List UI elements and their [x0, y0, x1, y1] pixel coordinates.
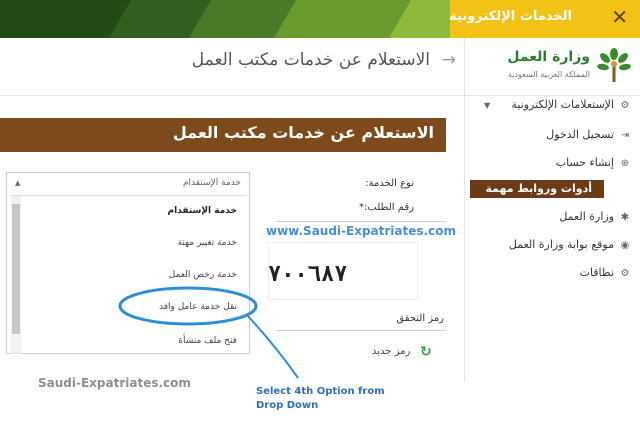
- sidebar-item-label: نطاقات: [579, 266, 614, 279]
- annotation-note-line: Drop Down: [256, 400, 319, 411]
- captcha-value: ٧٠٠٦٨٧: [268, 262, 348, 287]
- content-title-bar: الاستعلام عن خدمات مكتب العمل: [0, 118, 446, 152]
- service-type-select[interactable]: خدمة الإستقدام ▲ خدمة الإستقدام خدمة تغي…: [6, 172, 250, 354]
- refresh-icon[interactable]: ↻: [420, 344, 432, 360]
- ministry-logo[interactable]: وزارة العمل المملكة العربية السعودية: [474, 46, 632, 90]
- sidebar-item-portal[interactable]: ◉ موقع بوابة وزارة العمل: [509, 238, 630, 251]
- eservices-title: الخدمات الإلكترونية: [449, 9, 572, 24]
- palm-icon: ✱: [620, 212, 630, 223]
- arrow-right-icon[interactable]: →: [442, 50, 456, 70]
- request-number-input[interactable]: [276, 221, 446, 222]
- sidebar-item-label: إنشاء حساب: [555, 156, 614, 169]
- palm-logo-icon: [597, 48, 631, 82]
- sidebar-item-login[interactable]: ⇥ تسجيل الدخول: [546, 128, 630, 141]
- sidebar-item-ministry[interactable]: ✱ وزارة العمل: [559, 210, 630, 223]
- annotation-line: [245, 313, 299, 379]
- request-number-label: رقم الطلب:*: [359, 202, 414, 213]
- refresh-captcha-button[interactable]: رمز جديد: [372, 346, 410, 357]
- ministry-name: وزارة العمل: [507, 49, 590, 65]
- watermark-site: Saudi-Expatriates.com: [38, 376, 191, 390]
- sidebar-item-tools-links[interactable]: أدوات وروابط مهمة: [470, 180, 604, 198]
- sidebar-item-label: وزارة العمل: [559, 210, 614, 223]
- annotation-note: Select 4th Option from Drop Down: [256, 385, 406, 413]
- captcha-input[interactable]: [276, 330, 446, 331]
- option-transfer-worker[interactable]: نقل خدمة عامل وافد: [159, 302, 237, 312]
- login-icon: ⇥: [620, 130, 630, 141]
- content-title: الاستعلام عن خدمات مكتب العمل: [172, 123, 434, 142]
- kingdom-subtitle: المملكة العربية السعودية: [507, 70, 590, 79]
- page-title: الاستعلام عن خدمات مكتب العمل: [191, 50, 430, 70]
- scrollbar-thumb[interactable]: [12, 204, 20, 334]
- page-header: الاستعلام عن خدمات مكتب العمل → وزارة ال…: [0, 38, 640, 96]
- close-icon[interactable]: ✕: [611, 5, 628, 29]
- scrollbar[interactable]: [11, 196, 21, 354]
- select-options-list[interactable]: خدمة الإستقدام خدمة تغيير مهنة خدمة رخص …: [11, 195, 247, 354]
- gears-icon: ⚙: [620, 100, 630, 111]
- sidebar-item-label: الإستعلامات الإلكترونية: [511, 98, 614, 111]
- option-open-establishment-file[interactable]: فتح ملف منشأة: [178, 336, 237, 346]
- sidebar-item-create-account[interactable]: ⊕ إنشاء حساب: [556, 156, 630, 169]
- captcha-label: رمز التحقق: [396, 313, 444, 324]
- globe-icon: ◉: [620, 240, 630, 251]
- sidebar-item-nitaqat[interactable]: ⚙ نطاقات: [580, 266, 630, 279]
- chevron-down-icon[interactable]: ▼: [484, 101, 490, 110]
- option-work-permits[interactable]: خدمة رخص العمل: [169, 270, 237, 280]
- sidebar-item-label: أدوات وروابط مهمة: [485, 182, 592, 195]
- plus-circle-icon: ⊕: [620, 158, 630, 169]
- gear-icon: ⚙: [620, 268, 630, 279]
- sidebar-item-e-inquiries[interactable]: ⚙ الإستعلامات الإلكترونية: [511, 98, 630, 111]
- watermark-url: www.Saudi-Expatriates.com: [266, 224, 456, 238]
- select-current-value: خدمة الإستقدام: [182, 178, 241, 188]
- sidebar-item-label: تسجيل الدخول: [546, 128, 614, 141]
- header-divider: [464, 38, 465, 96]
- option-change-profession[interactable]: خدمة تغيير مهنة: [178, 238, 237, 248]
- annotation-note-line: Select 4th Option from: [256, 386, 385, 397]
- sidebar-item-label: موقع بوابة وزارة العمل: [508, 238, 614, 251]
- service-type-label: نوع الخدمة:: [365, 178, 414, 189]
- option-recruitment[interactable]: خدمة الإستقدام: [167, 206, 237, 216]
- top-banner: الخدمات الإلكترونية ✕: [0, 0, 640, 38]
- caret-up-icon: ▲: [15, 179, 21, 187]
